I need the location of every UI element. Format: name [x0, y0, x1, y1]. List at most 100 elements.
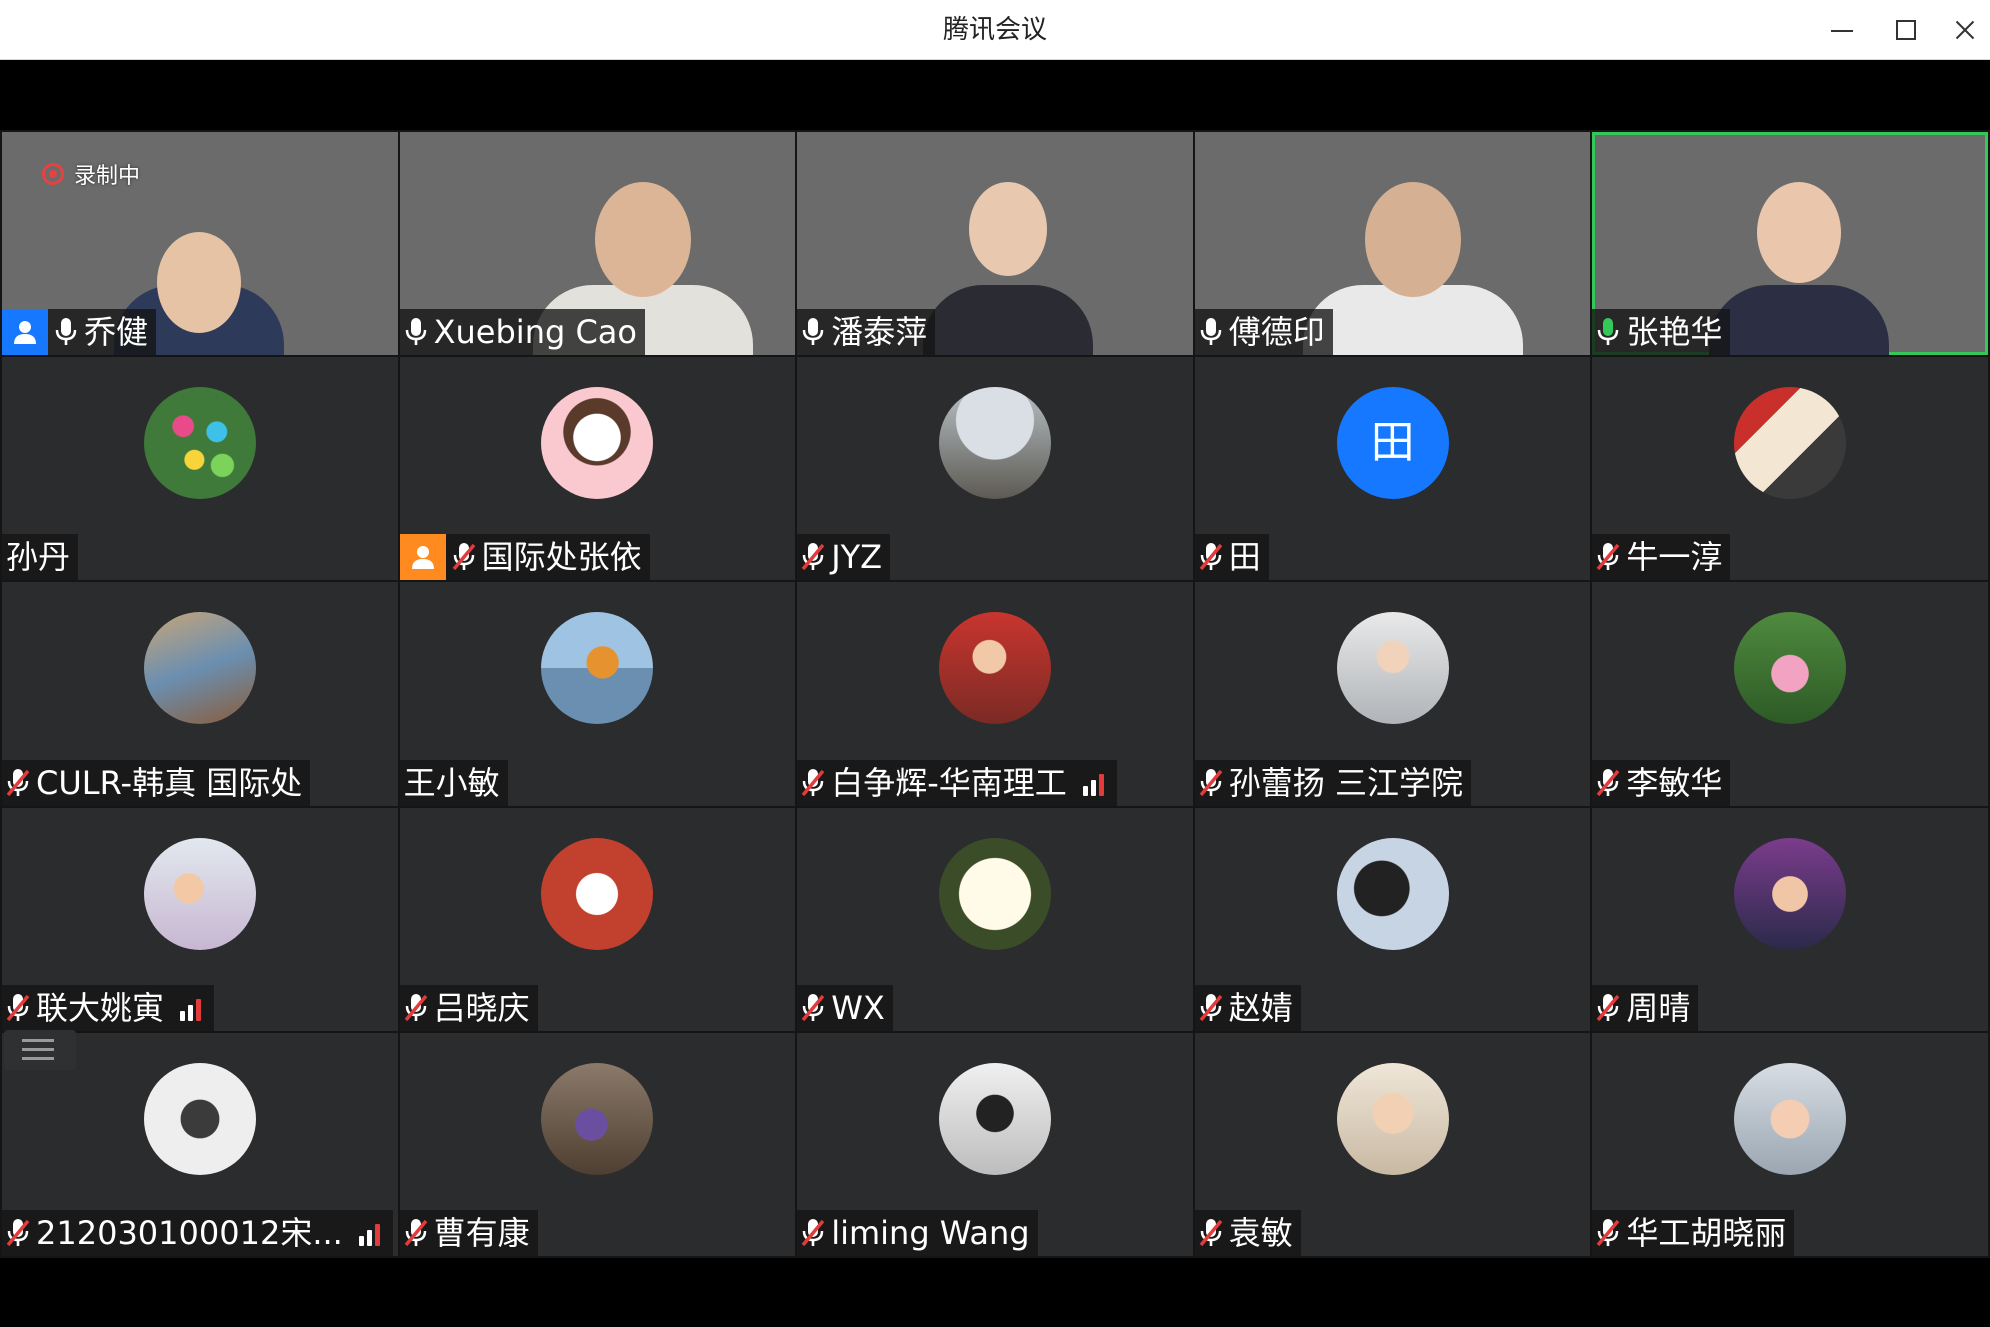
avatar [143, 612, 256, 725]
mic-muted-icon [801, 1217, 825, 1249]
participant-tile[interactable]: 吕晓庆 [399, 807, 796, 1031]
participant-name: 田 [1228, 538, 1261, 577]
avatar [541, 1062, 654, 1175]
avatar [938, 1062, 1051, 1175]
signal-icon [358, 1220, 385, 1246]
participant-name: 周晴 [1626, 988, 1691, 1027]
window-titlebar: 腾讯会议 [0, 0, 1990, 60]
participant-tile[interactable]: 张艳华 [1592, 132, 1988, 356]
name-bar: 袁敏 [1194, 1209, 1301, 1256]
participant-tile[interactable]: 赵婧 [1194, 807, 1591, 1031]
host-icon [399, 534, 446, 581]
participant-tile[interactable]: Xuebing Cao [399, 132, 796, 356]
participant-name: 国际处张依 [481, 538, 642, 577]
avatar [1336, 612, 1449, 725]
mic-icon [54, 316, 78, 348]
participant-tile[interactable]: 牛一淳 [1592, 357, 1988, 581]
name-bar: 牛一淳 [1592, 534, 1731, 581]
recording-label: 录制中 [74, 164, 141, 189]
participant-tile[interactable]: 曹有康 [399, 1032, 796, 1256]
participant-name: 曹有康 [433, 1213, 530, 1252]
participant-name: 孙丹 [6, 538, 71, 577]
avatar-letter: 田 [1336, 387, 1449, 500]
name-bar: 212030100012宋... [2, 1209, 393, 1256]
mic-muted-icon [801, 992, 825, 1024]
signal-icon [1082, 770, 1109, 796]
participant-name: 白争辉-华南理工 [831, 763, 1067, 802]
avatar [541, 612, 654, 725]
name-bar: 田 [1194, 534, 1269, 581]
avatar [143, 837, 256, 950]
name-bar: Xuebing Cao [399, 309, 645, 356]
avatar [1734, 1062, 1847, 1175]
participant-tile[interactable]: 袁敏 [1194, 1032, 1591, 1256]
participant-tile[interactable]: WX [797, 807, 1193, 1031]
participant-tile[interactable]: 孙丹 [2, 357, 398, 581]
participant-tile[interactable]: 华工胡晓丽 [1592, 1032, 1988, 1256]
name-bar: WX [797, 984, 893, 1031]
list-icon[interactable] [4, 1030, 76, 1070]
mic-muted-icon [1199, 1217, 1223, 1249]
name-bar: 赵婧 [1194, 984, 1301, 1031]
name-bar: 孙蕾扬 三江学院 [1194, 759, 1471, 806]
mic-muted-icon [6, 1217, 30, 1249]
avatar [541, 837, 654, 950]
name-bar: 华工胡晓丽 [1592, 1209, 1795, 1256]
signal-icon [180, 995, 206, 1021]
participant-tile[interactable]: JYZ [797, 357, 1193, 581]
participant-tile[interactable]: 联大姚寅 [2, 807, 398, 1031]
participant-grid: 录制中 乔健 Xuebing Cao 潘泰萍 傅德印 张艳华 孙丹 国际处张依 JYZ 田田牛一淳… [0, 130, 1990, 1258]
participant-name: 李敏华 [1626, 763, 1723, 802]
minimize-icon[interactable] [1820, 12, 1864, 48]
participant-tile[interactable]: 录制中乔健 [2, 132, 398, 356]
participant-name: 吕晓庆 [433, 988, 530, 1027]
participant-name: 袁敏 [1228, 1213, 1293, 1252]
participant-tile[interactable]: 白争辉-华南理工 [797, 582, 1193, 806]
avatar [1734, 837, 1847, 950]
participant-name: 孙蕾扬 三江学院 [1228, 763, 1463, 802]
participant-name: 张艳华 [1626, 313, 1723, 352]
maximize-icon[interactable] [1882, 12, 1926, 48]
participant-tile[interactable]: 王小敏 [399, 582, 796, 806]
mic-muted-icon [1199, 767, 1223, 799]
participant-tile[interactable]: 李敏华 [1592, 582, 1988, 806]
name-bar: 国际处张依 [399, 534, 650, 581]
name-bar: 曹有康 [399, 1209, 538, 1256]
mic-muted-icon [6, 767, 30, 799]
avatar [938, 837, 1051, 950]
mic-muted-icon [1596, 767, 1620, 799]
participant-name: 傅德印 [1228, 313, 1325, 352]
mic-muted-icon [1596, 992, 1620, 1024]
participant-tile[interactable]: liming Wang [797, 1032, 1193, 1256]
participant-tile[interactable]: 孙蕾扬 三江学院 [1194, 582, 1591, 806]
avatar [1336, 1062, 1449, 1175]
mic-icon [801, 316, 825, 348]
participant-tile[interactable]: 傅德印 [1194, 132, 1591, 356]
participant-tile[interactable]: 潘泰萍 [797, 132, 1193, 356]
participant-tile[interactable]: 国际处张依 [399, 357, 796, 581]
participant-tile[interactable]: 周晴 [1592, 807, 1988, 1031]
participant-name: 王小敏 [403, 763, 500, 802]
avatar [541, 387, 654, 500]
close-icon[interactable] [1944, 12, 1988, 48]
mic-muted-icon [404, 1217, 428, 1249]
name-bar: 吕晓庆 [399, 984, 538, 1031]
participant-name: 牛一淳 [1626, 538, 1723, 577]
participant-name: 华工胡晓丽 [1626, 1213, 1787, 1252]
avatar [1336, 837, 1449, 950]
name-bar: 李敏华 [1592, 759, 1731, 806]
participant-tile[interactable]: CULR-韩真 国际处 [2, 582, 398, 806]
name-bar: 孙丹 [2, 534, 79, 581]
avatar [1734, 612, 1847, 725]
name-bar: 王小敏 [399, 759, 508, 806]
name-bar: 潘泰萍 [797, 309, 936, 356]
host-icon [2, 309, 48, 356]
name-bar: 乔健 [2, 309, 157, 356]
participant-name: 乔健 [84, 313, 149, 352]
participant-name: 联大姚寅 [36, 988, 165, 1027]
participant-tile[interactable]: 田田 [1194, 357, 1591, 581]
participant-name: CULR-韩真 国际处 [36, 763, 303, 802]
name-bar: 白争辉-华南理工 [797, 759, 1117, 806]
name-bar: CULR-韩真 国际处 [2, 759, 311, 806]
participant-name: 赵婧 [1228, 988, 1293, 1027]
